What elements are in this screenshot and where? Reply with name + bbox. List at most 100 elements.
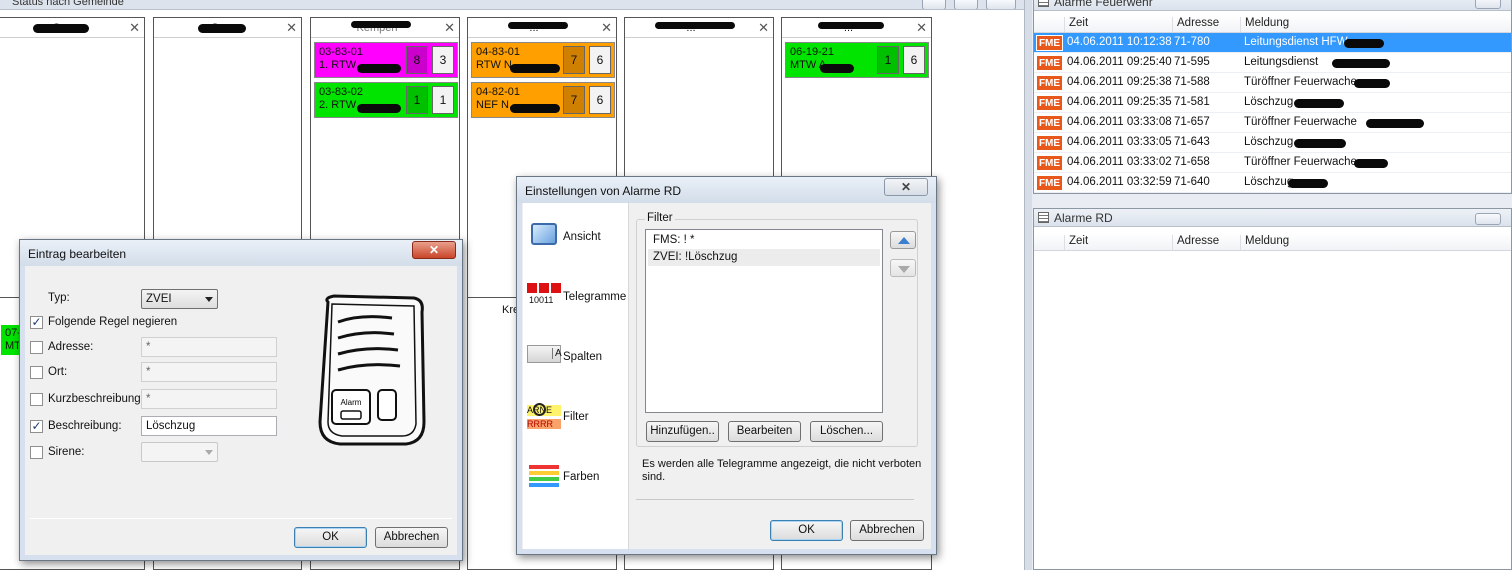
move-up-button[interactable]: [890, 231, 916, 249]
sirene-select[interactable]: [141, 442, 218, 462]
cancel-button[interactable]: Abbrechen: [850, 520, 924, 541]
fme-icon: FME: [1036, 175, 1063, 191]
ort-field[interactable]: *: [141, 362, 277, 382]
close-icon[interactable]: ✕: [129, 20, 140, 36]
cell-meldung: Türöffner Feuerwache: [1244, 76, 1357, 88]
column-header-meldung[interactable]: Meldung: [1240, 17, 1510, 32]
redaction: [510, 64, 560, 73]
beschreibung-field[interactable]: Löschzug: [141, 416, 277, 436]
column-header-meldung[interactable]: Meldung: [1240, 235, 1510, 250]
cell-adresse: 71-595: [1174, 56, 1210, 68]
table-row[interactable]: FME 04.06.2011 10:12:38 71-780 Leitungsd…: [1034, 33, 1511, 53]
status-panel-title: Status nach Gemeinde: [12, 0, 124, 8]
column-header-adresse[interactable]: Adresse: [1172, 17, 1240, 32]
close-button[interactable]: ✕: [412, 241, 456, 259]
panel-splitter[interactable]: [1024, 0, 1032, 570]
vehicle-card[interactable]: 06-19-21 MTW A... 1 6: [785, 42, 929, 78]
vehicle-card[interactable]: 04-82-01 NEF N... 7 6: [471, 82, 615, 118]
close-icon[interactable]: ✕: [758, 20, 769, 36]
table-row[interactable]: FME 04.06.2011 09:25:40 71-595 Leitungsd…: [1034, 53, 1511, 73]
table-row[interactable]: FME 04.06.2011 03:32:59 71-640 Löschzug: [1034, 173, 1511, 193]
kurzbeschreibung-checkbox[interactable]: [30, 393, 43, 406]
vehicle-card[interactable]: 04-83-01 RTW N... 7 6: [471, 42, 615, 78]
table-row[interactable]: FME 04.06.2011 03:33:05 71-643 Löschzug: [1034, 133, 1511, 153]
move-down-button[interactable]: [890, 259, 916, 277]
ok-button[interactable]: OK: [294, 527, 367, 548]
filter-group-label: Filter: [645, 212, 675, 224]
cell-zeit: 04.06.2011 09:25:35: [1067, 96, 1172, 108]
nav-item-telegramme[interactable]: 10011 Telegramme: [523, 277, 629, 321]
maximize-button[interactable]: [954, 0, 978, 9]
dialog-title: Eintrag bearbeiten: [28, 247, 127, 261]
ok-button[interactable]: OK: [770, 520, 843, 541]
adresse-checkbox[interactable]: [30, 341, 43, 354]
vehicle-card[interactable]: 03-83-01 1. RTW 8 3: [314, 42, 458, 78]
vehicle-status: 8: [406, 46, 428, 74]
pager-button-label: Alarm: [341, 398, 362, 407]
edit-filter-button[interactable]: Bearbeiten: [728, 421, 801, 442]
filter-list[interactable]: FMS: ! * ZVEI: !Löschzug: [645, 229, 883, 413]
column-header-zeit[interactable]: Zeit: [1064, 17, 1172, 32]
delete-filter-button[interactable]: Löschen...: [810, 421, 883, 442]
fme-icon: FME: [1036, 95, 1063, 111]
beschreibung-label: Beschreibung:: [48, 420, 122, 432]
ort-checkbox[interactable]: [30, 366, 43, 379]
redaction: [357, 64, 401, 73]
adresse-label: Adresse:: [48, 341, 94, 353]
close-icon[interactable]: ✕: [601, 20, 612, 36]
close-icon[interactable]: ✕: [286, 20, 297, 36]
ort-label: Ort:: [48, 366, 68, 378]
vehicle-card[interactable]: 03-83-02 2. RTW 1 1: [314, 82, 458, 118]
fme-icon: FME: [1036, 115, 1063, 131]
minimize-button[interactable]: [1475, 0, 1501, 9]
panel-titlebar: Alarme Feuerwehr: [1034, 0, 1511, 11]
vehicle-id: 03-83-01: [319, 46, 364, 58]
nav-item-ansicht[interactable]: Ansicht: [523, 217, 629, 261]
table-row[interactable]: FME 04.06.2011 03:33:02 71-658 Türöffner…: [1034, 153, 1511, 173]
beschreibung-checkbox[interactable]: ✓: [30, 420, 43, 433]
table-row[interactable]: FME 04.06.2011 09:25:38 71-588 Türöffner…: [1034, 73, 1511, 93]
minimize-button[interactable]: [1475, 213, 1501, 225]
close-button[interactable]: ✕: [884, 178, 928, 196]
alarme-rd-panel: Alarme RD Zeit Adresse Meldung: [1033, 208, 1512, 570]
eintrag-bearbeiten-dialog: Eintrag bearbeiten ✕ Typ: ZVEI ✓ Folgend…: [19, 239, 463, 561]
nav-item-farben[interactable]: Farben: [523, 457, 629, 501]
close-icon[interactable]: ✕: [916, 20, 927, 36]
redaction: [818, 22, 884, 29]
column-header-zeit[interactable]: Zeit: [1064, 235, 1172, 250]
kurzbeschreibung-field[interactable]: *: [141, 389, 277, 409]
table-row[interactable]: FME 04.06.2011 09:25:35 71-581 Löschzug: [1034, 93, 1511, 113]
nav-item-spalten[interactable]: A Spalten: [523, 337, 629, 381]
alarme-feuerwehr-panel: Alarme Feuerwehr Zeit Adresse Meldung FM…: [1033, 0, 1512, 194]
dialog-titlebar: Einstellungen von Alarme RD ✕: [517, 177, 936, 203]
close-button[interactable]: [986, 0, 1016, 9]
cancel-button[interactable]: Abbrechen: [375, 527, 448, 548]
typ-value: ZVEI: [146, 293, 172, 305]
panel-titlebar: Alarme RD: [1034, 209, 1511, 227]
vehicle-id: 04-82-01: [476, 86, 521, 98]
typ-select[interactable]: ZVEI: [141, 289, 218, 309]
add-filter-button[interactable]: Hinzufügen..: [646, 421, 719, 442]
column-header: G... ✕: [154, 18, 301, 38]
column-header-adresse[interactable]: Adresse: [1172, 235, 1240, 250]
column-header: ... ✕: [782, 18, 931, 38]
settings-nav: Ansicht 10011 Telegramme A Spalten ARNE …: [523, 203, 629, 549]
arrow-down-icon: [898, 266, 910, 273]
sirene-checkbox[interactable]: [30, 446, 43, 459]
close-icon[interactable]: ✕: [444, 20, 455, 36]
redaction: [1332, 59, 1390, 68]
filter-icon-text2: RRRR: [527, 419, 561, 429]
fme-icon: FME: [1036, 135, 1063, 151]
minimize-button[interactable]: [922, 0, 946, 9]
table-row[interactable]: FME 04.06.2011 03:33:08 71-657 Türöffner…: [1034, 113, 1511, 133]
list-item[interactable]: ZVEI: !Löschzug: [648, 249, 880, 266]
list-item[interactable]: FMS: ! *: [648, 232, 880, 249]
table-header: Zeit Adresse Meldung: [1034, 15, 1511, 33]
redaction: [820, 64, 854, 73]
divider: [636, 499, 914, 500]
negieren-checkbox[interactable]: ✓: [30, 316, 43, 329]
vehicle-status: 1: [406, 86, 428, 114]
redaction: [33, 24, 89, 33]
nav-item-filter[interactable]: ARNE RRRR Filter: [523, 397, 629, 441]
adresse-field[interactable]: *: [141, 337, 277, 357]
